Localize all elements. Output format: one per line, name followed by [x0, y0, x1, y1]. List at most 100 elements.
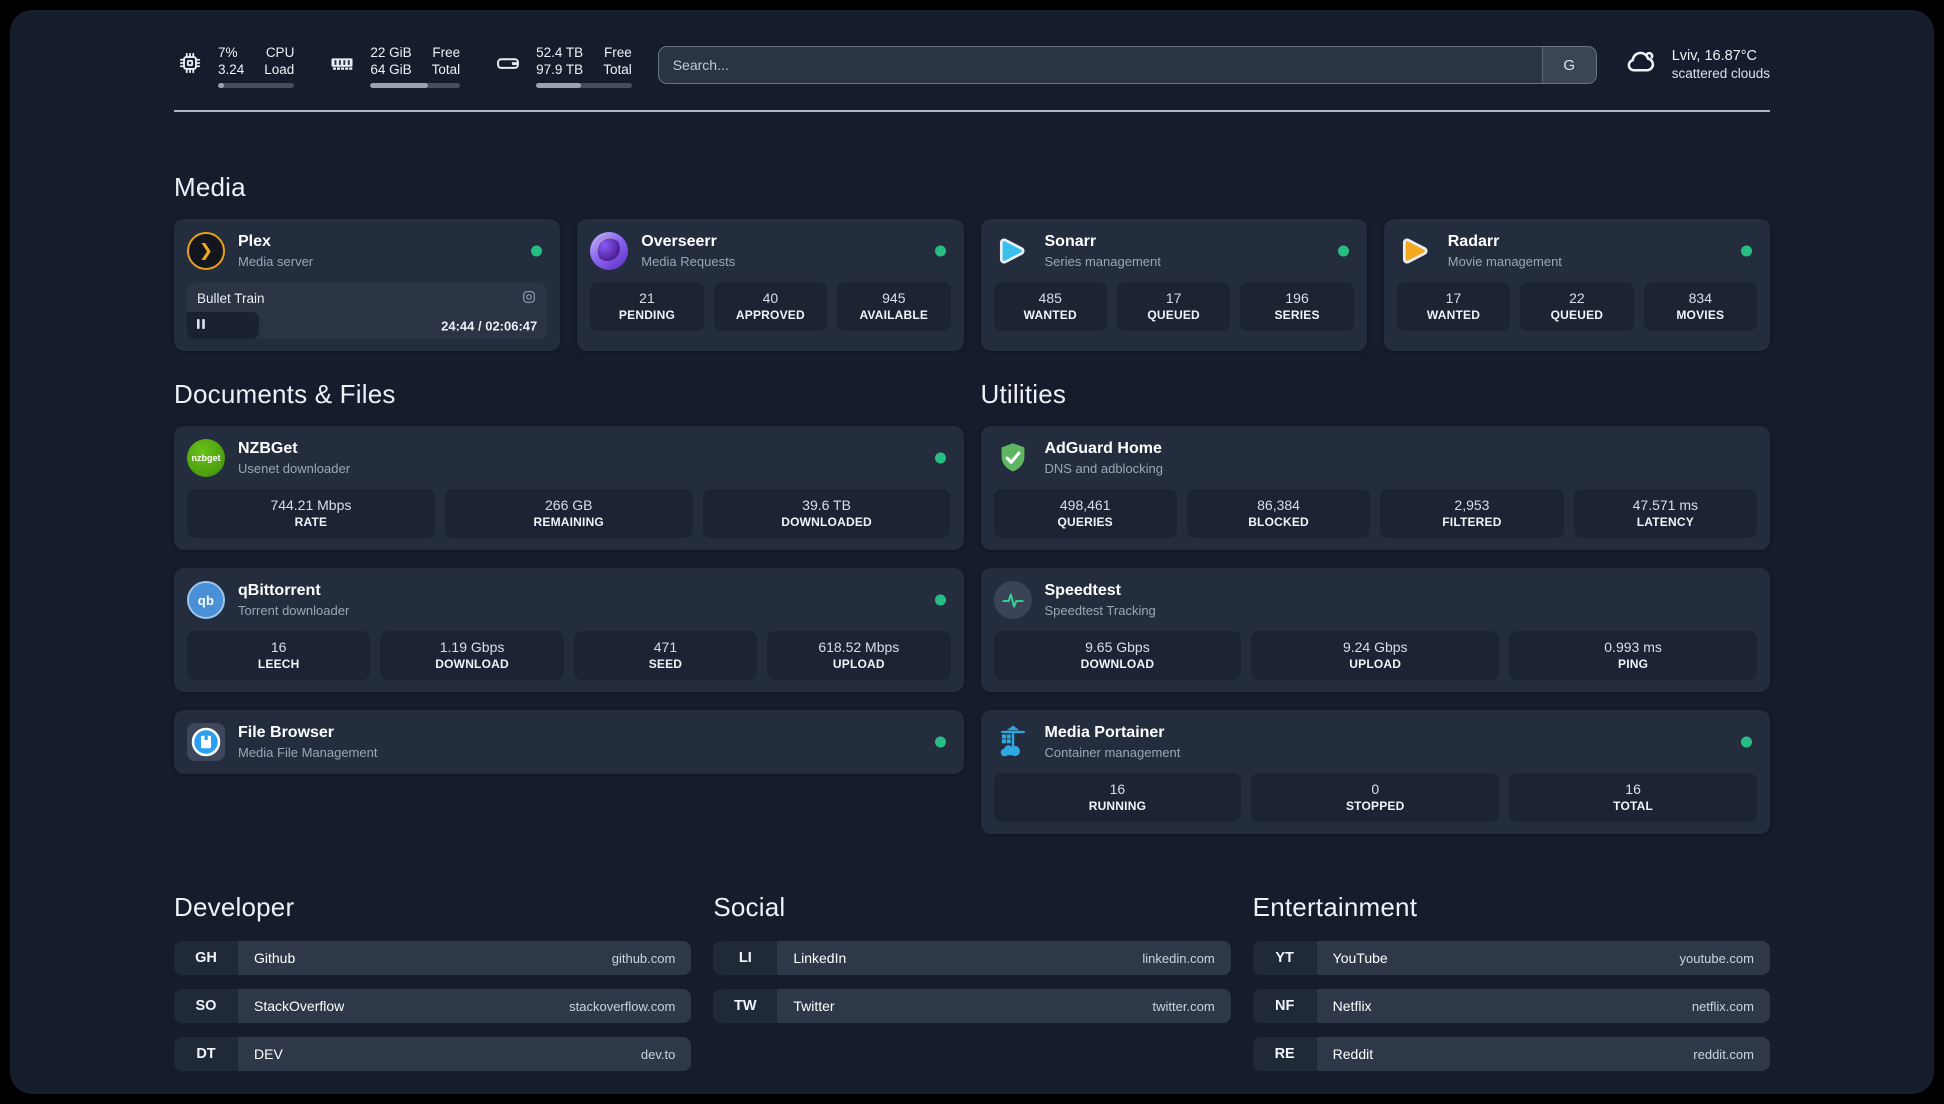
bookmark-dev[interactable]: DT DEV dev.to [174, 1037, 692, 1071]
app-subtitle: Usenet downloader [238, 461, 351, 476]
bookmark-name: Reddit [1332, 1046, 1374, 1062]
bookmark-github[interactable]: GH Github github.com [174, 941, 692, 975]
bookmark-abbr: TW [713, 989, 778, 1023]
app-card-sonarr[interactable]: Sonarr Series management 485 WANTED 17 QUE… [980, 219, 1367, 351]
stat-tile: 47.571 ms LATENCY [1573, 489, 1757, 538]
header-divider [174, 110, 1770, 112]
dashboard-page: 7% 3.24 CPU Load 22 GiB 64 GiB Free Tota… [10, 10, 1934, 1094]
stat-tile: 22 QUEUED [1520, 282, 1634, 331]
bookmark-stackoverflow[interactable]: SO StackOverflow stackoverflow.com [174, 989, 692, 1023]
app-subtitle: Media server [238, 254, 314, 269]
stat-tile: 196 SERIES [1240, 282, 1354, 331]
stat-tile: 39.6 TB DOWNLOADED [702, 489, 951, 538]
disk-usage-bar [536, 83, 632, 88]
bookmark-url: reddit.com [1693, 1046, 1754, 1062]
section-title-documents: Documents & Files [174, 379, 396, 409]
bookmarks-grid: Developer GH Github github.com SO StackO… [10, 892, 1934, 1085]
top-bar: 7% 3.24 CPU Load 22 GiB 64 GiB Free Tota… [10, 10, 1934, 88]
app-subtitle: Movie management [1447, 254, 1562, 269]
cpu-usage-value: 7% [218, 45, 238, 60]
status-online-dot [1741, 736, 1752, 748]
qbittorrent-icon: qb [187, 581, 225, 619]
bookmark-twitter[interactable]: TW Twitter twitter.com [713, 989, 1231, 1023]
app-card-plex[interactable]: ❯ Plex Media server Bullet Train 24:44 /… [174, 219, 561, 351]
memory-free-label: Free [432, 45, 461, 60]
app-card-adguard[interactable]: AdGuard Home DNS and adblocking 498,461 Q… [980, 426, 1770, 550]
search-engine-button[interactable]: G [1541, 47, 1596, 83]
bookmark-url: linkedin.com [1142, 950, 1215, 966]
bookmark-youtube[interactable]: YT YouTube youtube.com [1252, 941, 1770, 975]
app-subtitle: Torrent downloader [238, 603, 350, 618]
stat-tile: 16 TOTAL [1509, 773, 1757, 822]
search-input[interactable] [658, 47, 1542, 83]
system-stats: 7% 3.24 CPU Load 22 GiB 64 GiB Free Tota… [174, 44, 632, 88]
documents-column: Documents & Files nzbget NZBGet Usenet d… [174, 379, 964, 774]
bookmark-netflix[interactable]: NF Netflix netflix.com [1252, 989, 1770, 1023]
app-subtitle: Container management [1044, 745, 1181, 760]
app-name: qBittorrent [238, 582, 321, 599]
app-subtitle: Media File Management [238, 745, 378, 760]
stat-tile: 0 STOPPED [1251, 773, 1500, 822]
search-bar: G [657, 46, 1597, 84]
app-name: Overseerr [641, 233, 717, 250]
app-card-radarr[interactable]: Radarr Movie management 17 WANTED 22 QUEUE… [1383, 219, 1770, 351]
speedtest-icon [993, 581, 1032, 619]
status-online-dot [934, 245, 946, 257]
bookmark-url: twitter.com [1152, 998, 1215, 1014]
app-card-qbittorrent[interactable]: qb qBittorrent Torrent downloader 16 LEEC… [174, 568, 964, 692]
bookmark-abbr: GH [174, 941, 238, 975]
bookmarks-entertainment: Entertainment YT YouTube youtube.com NF … [1252, 892, 1770, 1085]
nzbget-icon: nzbget [187, 439, 225, 477]
memory-stat: 22 GiB 64 GiB Free Total [326, 44, 461, 88]
bookmark-name: Netflix [1332, 998, 1372, 1014]
bookmarks-social: Social LI LinkedIn linkedin.com TW Twitt… [713, 892, 1231, 1037]
bookmark-abbr: NF [1252, 989, 1317, 1023]
app-card-portainer[interactable]: Media Portainer Container management 16 R… [980, 710, 1770, 834]
app-card-overseerr[interactable]: Overseerr Media Requests 21 PENDING 40 APP… [577, 219, 964, 351]
app-subtitle: Series management [1044, 254, 1161, 269]
bookmarks-developer: Developer GH Github github.com SO StackO… [174, 892, 692, 1085]
cpu-label: CPU [265, 45, 295, 60]
memory-icon [326, 45, 358, 81]
disk-stat: 52.4 TB 97.9 TB Free Total [492, 44, 632, 88]
app-name: Media Portainer [1044, 724, 1165, 741]
now-playing-title: Bullet Train [197, 291, 265, 306]
portainer-icon [994, 723, 1032, 761]
disk-free-value: 52.4 TB [536, 45, 584, 60]
section-title-entertainment: Entertainment [1252, 892, 1418, 922]
stat-tile: 9.65 Gbps DOWNLOAD [993, 631, 1242, 680]
bookmark-url: dev.to [640, 1046, 676, 1062]
bookmark-name: StackOverflow [254, 998, 345, 1014]
app-card-speedtest[interactable]: Speedtest Speedtest Tracking 9.65 Gbps DO… [980, 568, 1770, 692]
now-playing-settings-icon[interactable] [521, 289, 537, 308]
bookmark-url: stackoverflow.com [569, 998, 676, 1014]
section-title-media: Media [174, 172, 246, 202]
app-name: Sonarr [1044, 233, 1097, 250]
stat-tile: 0.993 ms PING [1509, 631, 1757, 680]
weather-condition: scattered clouds [1671, 66, 1770, 81]
status-online-dot [934, 736, 946, 748]
app-card-nzbget[interactable]: nzbget NZBGet Usenet downloader 744.21 M… [174, 426, 964, 550]
bookmark-name: DEV [254, 1046, 283, 1062]
app-card-filebrowser[interactable]: File Browser Media File Management [174, 710, 964, 774]
bookmark-name: Github [254, 950, 296, 966]
adguard-icon [994, 439, 1032, 477]
bookmark-linkedin[interactable]: LI LinkedIn linkedin.com [713, 941, 1231, 975]
memory-total-label: Total [431, 62, 461, 77]
utilities-column: Utilities AdGuard Home DNS and adblockin… [980, 379, 1770, 834]
stat-tile: 834 MOVIES [1643, 282, 1758, 331]
pause-icon[interactable] [196, 317, 206, 335]
stat-tile: 498,461 QUERIES [993, 489, 1177, 538]
bookmark-name: YouTube [1332, 950, 1388, 966]
stat-tile: 17 QUEUED [1116, 282, 1231, 331]
stat-tile: 86,384 BLOCKED [1186, 489, 1371, 538]
app-subtitle: Media Requests [641, 254, 736, 269]
stat-tile: 16 RUNNING [993, 773, 1242, 822]
bookmark-name: LinkedIn [793, 950, 847, 966]
playback-progress-bar[interactable]: 24:44 / 02:06:47 [187, 312, 547, 339]
status-online-dot [1337, 245, 1349, 257]
status-online-dot [934, 594, 946, 606]
bookmark-reddit[interactable]: RE Reddit reddit.com [1252, 1037, 1770, 1071]
status-online-dot [531, 245, 543, 257]
load-label: Load [264, 62, 295, 77]
